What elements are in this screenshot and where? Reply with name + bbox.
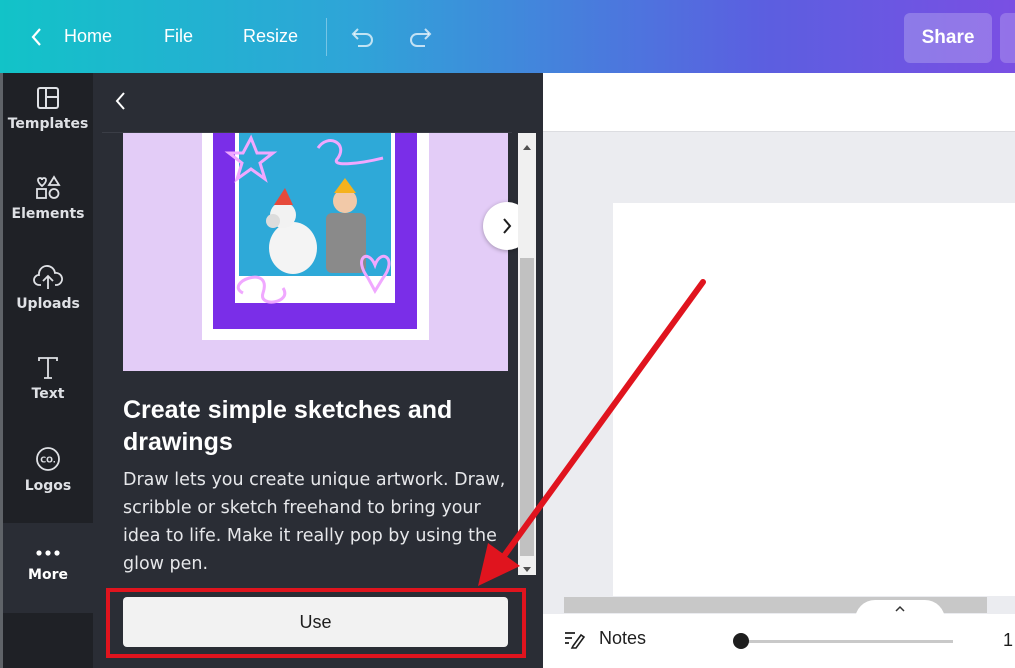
red-arrow-annotation bbox=[478, 279, 706, 586]
